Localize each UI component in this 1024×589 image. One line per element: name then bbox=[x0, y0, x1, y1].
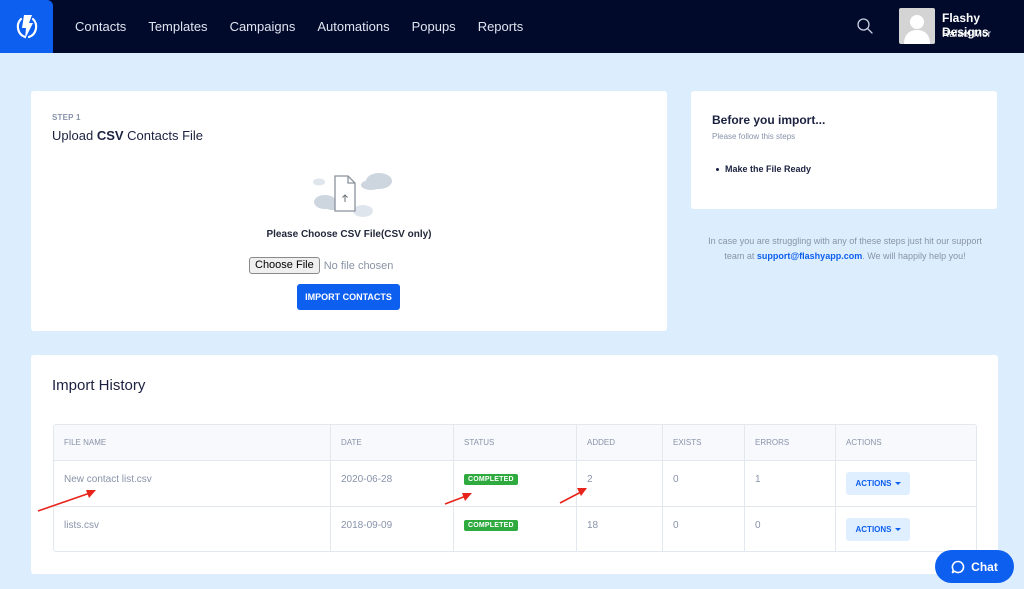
table-row: New contact list.csv 2020-06-28 COMPLETE… bbox=[54, 461, 976, 507]
annotation-arrow-icon bbox=[444, 493, 472, 505]
info-step-item: Make the File Ready bbox=[716, 164, 811, 174]
chat-label: Chat bbox=[971, 559, 998, 574]
col-actions: ACTIONS bbox=[846, 438, 882, 447]
cell-date: 2018-09-09 bbox=[331, 507, 454, 551]
step-label: STEP 1 bbox=[52, 113, 81, 122]
col-errors: ERRORS bbox=[745, 425, 836, 460]
caret-down-icon bbox=[894, 528, 901, 531]
nav-contacts[interactable]: Contacts bbox=[75, 19, 126, 34]
nav-automations[interactable]: Automations bbox=[317, 19, 389, 34]
support-email-link[interactable]: support@flashyapp.com bbox=[757, 251, 862, 261]
support-text: In case you are struggling with any of t… bbox=[708, 236, 982, 261]
chat-button[interactable]: Chat bbox=[935, 550, 1014, 583]
user-name[interactable]: Rafael Mor bbox=[942, 29, 991, 40]
nav-reports[interactable]: Reports bbox=[478, 19, 524, 34]
table-header: FILE NAME DATE STATUS ADDED EXISTS ERROR… bbox=[54, 425, 976, 461]
cell-status: COMPLETED bbox=[454, 507, 577, 551]
annotation-arrow-icon bbox=[559, 488, 587, 504]
cell-exists: 0 bbox=[663, 507, 745, 551]
caret-down-icon bbox=[894, 482, 901, 485]
info-title: Before you import... bbox=[712, 113, 826, 127]
file-upload-cloud-icon bbox=[313, 173, 392, 217]
chat-bubble-icon bbox=[951, 560, 965, 573]
import-contacts-button[interactable]: IMPORT CONTACTS bbox=[297, 284, 400, 310]
table-row: lists.csv 2018-09-09 COMPLETED 18 0 0 AC… bbox=[54, 507, 976, 551]
choose-file-button[interactable]: Choose File bbox=[249, 257, 320, 274]
upload-title: Upload CSV Contacts File bbox=[52, 128, 204, 143]
col-date: DATE bbox=[331, 425, 454, 460]
nav-templates[interactable]: Templates bbox=[148, 19, 207, 34]
cell-actions: ACTIONS bbox=[836, 461, 976, 506]
history-title: Import History bbox=[52, 377, 146, 394]
actions-dropdown-button[interactable]: ACTIONS bbox=[846, 472, 910, 495]
file-input[interactable]: Choose File No file chosen bbox=[249, 257, 393, 274]
cell-errors: 1 bbox=[745, 461, 836, 506]
bullet-icon bbox=[716, 167, 719, 171]
choose-prompt: Please Choose CSV File(CSV only) bbox=[266, 229, 432, 240]
before-import-card: Before you import... Please follow this … bbox=[691, 91, 997, 209]
cell-added: 2 bbox=[577, 461, 663, 506]
status-badge: COMPLETED bbox=[464, 474, 518, 485]
info-subtitle: Please follow this steps bbox=[712, 132, 796, 141]
actions-dropdown-button[interactable]: ACTIONS bbox=[846, 518, 910, 541]
top-navbar: Contacts Templates Campaigns Automations… bbox=[0, 0, 1024, 53]
main-nav: Contacts Templates Campaigns Automations… bbox=[75, 0, 545, 53]
user-silhouette-icon bbox=[904, 15, 930, 44]
cell-added: 18 bbox=[577, 507, 663, 551]
status-badge: COMPLETED bbox=[464, 520, 518, 531]
cell-actions: ACTIONS bbox=[836, 507, 976, 551]
nav-popups[interactable]: Popups bbox=[412, 19, 456, 34]
flashy-logo[interactable] bbox=[0, 0, 53, 53]
col-status: STATUS bbox=[454, 425, 577, 460]
annotation-arrow-icon bbox=[37, 490, 96, 512]
info-step-label: Make the File Ready bbox=[725, 164, 812, 174]
col-file-name: FILE NAME bbox=[54, 425, 331, 460]
import-history-card: Import History FILE NAME DATE STATUS ADD… bbox=[31, 355, 998, 574]
cell-errors: 0 bbox=[745, 507, 836, 551]
search-icon[interactable] bbox=[856, 17, 874, 35]
nav-campaigns[interactable]: Campaigns bbox=[230, 19, 296, 34]
import-history-table: FILE NAME DATE STATUS ADDED EXISTS ERROR… bbox=[53, 424, 977, 552]
upload-card: STEP 1 Upload CSV Contacts File Please C… bbox=[31, 91, 667, 331]
col-exists: EXISTS bbox=[663, 425, 745, 460]
lightning-bolt-icon bbox=[16, 14, 37, 39]
cell-date: 2020-06-28 bbox=[331, 461, 454, 506]
avatar[interactable] bbox=[899, 8, 935, 44]
cell-exists: 0 bbox=[663, 461, 745, 506]
no-file-text: No file chosen bbox=[323, 259, 394, 272]
col-added: ADDED bbox=[577, 425, 663, 460]
